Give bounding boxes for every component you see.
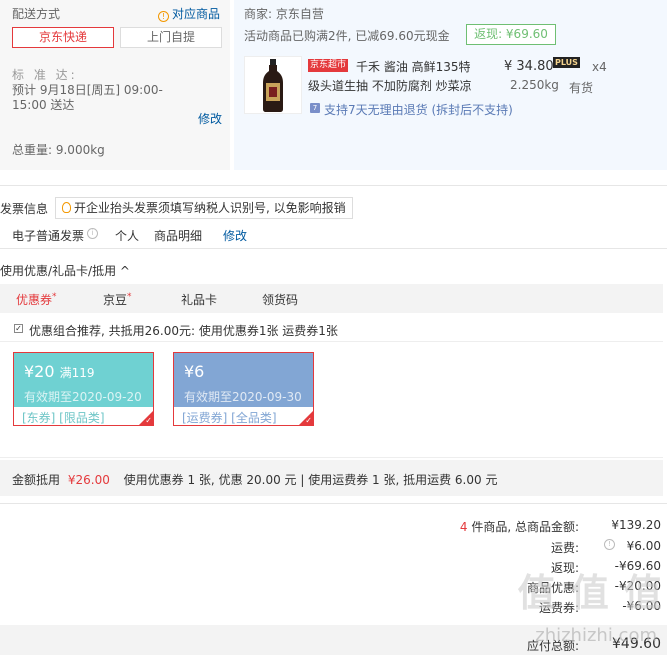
shipping-fee-value: ¥6.00 xyxy=(626,539,661,553)
coupon-card[interactable]: ¥6 有效期至2020-09-30 [运费券] [全品类] ✓ xyxy=(173,352,314,426)
matching-products-link[interactable]: ! 对应商品 xyxy=(158,5,220,22)
invoice-type: 电子普通发票 xyxy=(12,229,85,243)
invoice-label: 发票信息 xyxy=(0,202,49,216)
discounts-toggle[interactable]: 使用优惠/礼品卡/抵用 ^ xyxy=(0,262,130,279)
summary-detail: 使用优惠券 1 张, 优惠 20.00 元 | 使用运费券 1 张, 抵用运费 … xyxy=(123,473,498,487)
shipping-fee-label: 运费: xyxy=(550,541,579,555)
discount-tabs xyxy=(0,284,663,313)
coupon-expiry: 有效期至2020-09-30 xyxy=(184,390,302,404)
coupon-amount: ¥6 xyxy=(184,362,205,381)
tab-coupons[interactable]: 优惠券* xyxy=(16,291,57,308)
shipping-title: 配送方式 xyxy=(12,7,61,21)
edit-shipping-link[interactable]: 修改 xyxy=(198,110,222,127)
total-weight: 总重量: 9.000kg xyxy=(12,143,105,157)
seller-name: 商家: 京东自营 xyxy=(244,7,324,21)
section-divider xyxy=(0,503,667,504)
invoice-note: 开企业抬头发票须填写纳税人识别号, 以免影响报销 xyxy=(55,197,353,219)
coupon-tags: [运费券] [全品类] xyxy=(182,411,277,425)
matching-products-label: 对应商品 xyxy=(172,7,221,21)
return-policy: 支持7天无理由退货 (拆封后不支持) xyxy=(324,103,513,117)
product-image[interactable] xyxy=(244,56,302,114)
invoice-content: 商品明细 xyxy=(154,229,203,243)
coupon-amount: ¥20 满119 xyxy=(24,362,95,381)
section-divider xyxy=(0,185,667,186)
plus-badge: PLUS xyxy=(553,57,580,68)
seller-panel: 商家: 京东自营 活动商品已购满2件, 已减69.60元现金 返现: ¥69.6… xyxy=(234,0,667,170)
jd-express-option[interactable]: 京东快递 xyxy=(12,27,114,48)
invoice-note-text: 开企业抬头发票须填写纳税人识别号, 以免影响报销 xyxy=(74,201,346,215)
watermark-url: zhizhizhi.com xyxy=(535,625,657,646)
shipping-info-icon[interactable]: ! xyxy=(604,539,615,550)
return-policy-icon: 7 xyxy=(310,103,320,113)
product-weight: 2.250kg xyxy=(510,78,559,92)
product-price: ¥ 34.80 xyxy=(504,59,554,74)
goods-total-label: 4 件商品, 总商品金额: xyxy=(459,520,579,534)
check-icon: ✓ xyxy=(305,416,312,425)
discount-summary: 金额抵用 ¥26.00 使用优惠券 1 张, 优惠 20.00 元 | 使用运费… xyxy=(12,471,497,488)
summary-label: 金额抵用 xyxy=(12,473,61,487)
stock-status: 有货 xyxy=(569,81,594,95)
invoice-title-type: 个人 xyxy=(115,229,140,243)
soy-sauce-bottle-icon xyxy=(263,59,283,112)
coupon-tags: [东券] [限品类] xyxy=(22,411,105,425)
goods-total-value: ¥139.20 xyxy=(611,518,661,532)
edit-invoice-link[interactable]: 修改 xyxy=(223,227,247,244)
watermark-logo: 值 值 值 xyxy=(517,571,663,615)
coupon-card[interactable]: ¥20 满119 有效期至2020-09-20 [东券] [限品类] ✓ xyxy=(13,352,154,426)
combo-checkbox[interactable]: ✓ xyxy=(14,324,23,333)
check-icon: ✓ xyxy=(145,416,152,425)
summary-amount: ¥26.00 xyxy=(67,473,110,487)
combo-recommendation: 优惠组合推荐, 共抵用26.00元: 使用优惠券1张 运费券1张 xyxy=(29,324,338,338)
promo-text: 活动商品已购满2件, 已减69.60元现金 xyxy=(244,29,450,43)
invoice-info-icon[interactable]: i xyxy=(87,228,98,239)
tab-pickup-codes[interactable]: 领货码 xyxy=(262,291,298,308)
section-divider xyxy=(0,248,667,249)
product-quantity: x4 xyxy=(592,60,607,74)
coupon-expiry: 有效期至2020-09-20 xyxy=(24,390,142,404)
lightbulb-icon xyxy=(62,202,71,213)
rebate-badge: 返现: ¥69.60 xyxy=(466,24,556,45)
product-title-line-1[interactable]: 千禾 酱油 高鲜135特 xyxy=(356,58,471,75)
tab-jd-beans[interactable]: 京豆* xyxy=(103,291,132,308)
self-pickup-option[interactable]: 上门自提 xyxy=(120,27,222,48)
coupon-divider xyxy=(0,341,663,342)
jd-supermarket-tag: 京东超市 xyxy=(308,59,349,72)
product-title-line-2[interactable]: 级头道生抽 不加防腐剂 炒菜凉 xyxy=(308,77,472,94)
info-icon: ! xyxy=(158,11,169,22)
tab-gift-cards[interactable]: 礼品卡 xyxy=(181,291,217,308)
eta-line-2: 15:00 送达 xyxy=(12,98,75,112)
